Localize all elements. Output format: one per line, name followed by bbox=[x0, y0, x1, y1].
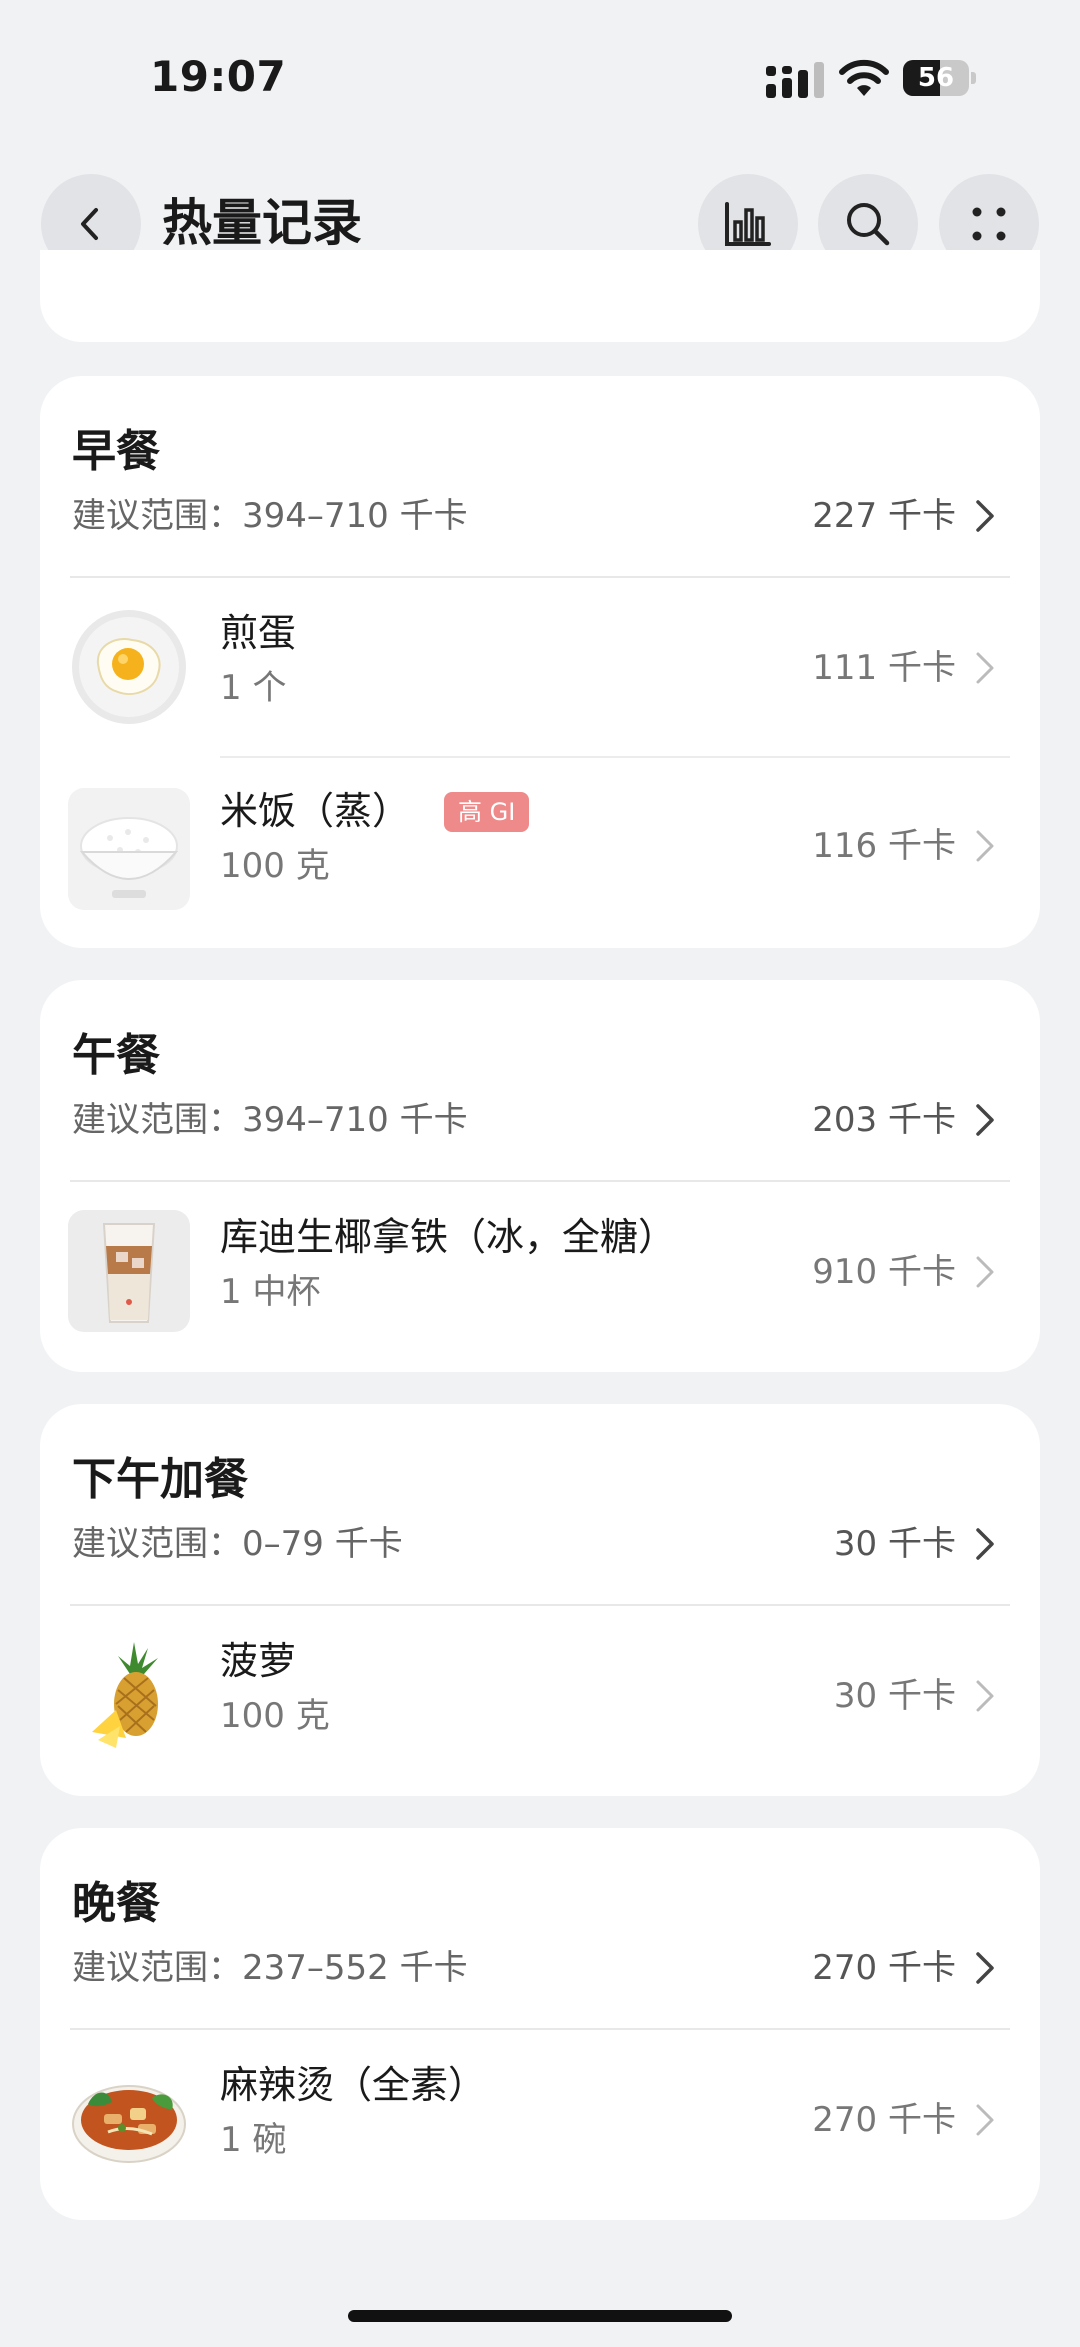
fried-egg-image bbox=[68, 606, 190, 728]
food-quantity: 1 碗 bbox=[220, 2120, 287, 2160]
chevron-right-icon bbox=[976, 830, 994, 862]
chevron-right-icon bbox=[976, 1104, 994, 1136]
battery-icon: 56 bbox=[903, 60, 976, 96]
food-item[interactable]: 库迪生椰拿铁（冰，全糖） 1 中杯 910 千卡 bbox=[40, 1182, 1040, 1362]
search-icon bbox=[847, 203, 890, 246]
meal-total: 30 千卡 bbox=[833, 1524, 956, 1564]
food-item[interactable]: 麻辣烫（全素） 1 碗 270 千卡 bbox=[40, 2030, 1040, 2210]
status-time: 19:07 bbox=[150, 52, 287, 101]
food-item[interactable]: 菠萝 100 克 30 千卡 bbox=[40, 1606, 1040, 1786]
meal-title: 下午加餐 bbox=[72, 1454, 248, 1505]
food-quantity: 100 克 bbox=[220, 846, 330, 886]
food-calories: 111 千卡 bbox=[812, 648, 956, 688]
meal-total: 227 千卡 bbox=[812, 496, 956, 536]
meal-title: 晚餐 bbox=[72, 1878, 160, 1929]
previous-card bbox=[40, 250, 1040, 342]
signal-icon bbox=[766, 62, 824, 98]
rice-bowl-image bbox=[68, 788, 190, 910]
chevron-right-icon bbox=[976, 1952, 994, 1984]
meal-card-dinner: 晚餐 建议范围：237–552 千卡 270 千卡 麻辣烫（全素） 1 碗 27… bbox=[40, 1828, 1040, 2220]
chevron-right-icon bbox=[976, 1528, 994, 1560]
food-quantity: 1 个 bbox=[220, 668, 287, 708]
meal-card-breakfast: 早餐 建议范围：394–710 千卡 227 千卡 煎蛋 1 个 111 千卡 bbox=[40, 376, 1040, 948]
chevron-right-icon bbox=[976, 1256, 994, 1288]
chevron-left-icon bbox=[81, 208, 98, 240]
meal-title: 午餐 bbox=[72, 1030, 160, 1081]
more-dots-icon bbox=[972, 207, 1006, 241]
food-calories: 116 千卡 bbox=[812, 826, 956, 866]
malatang-bowl-image bbox=[68, 2058, 190, 2180]
battery-level: 56 bbox=[917, 63, 955, 93]
food-calories: 30 千卡 bbox=[833, 1676, 956, 1716]
chevron-right-icon bbox=[976, 500, 994, 532]
food-name: 菠萝 bbox=[220, 1639, 297, 1683]
meal-title: 早餐 bbox=[72, 426, 160, 477]
status-bar: 19:07 56 bbox=[0, 0, 1080, 140]
food-name: 麻辣烫（全素） bbox=[220, 2063, 487, 2107]
food-name: 煎蛋 bbox=[220, 611, 297, 655]
chevron-right-icon bbox=[976, 2104, 994, 2136]
food-name: 库迪生椰拿铁（冰，全糖） bbox=[220, 1215, 677, 1259]
home-indicator[interactable] bbox=[348, 2310, 732, 2322]
meal-range: 建议范围：237–552 千卡 bbox=[72, 1948, 468, 1988]
meal-total: 270 千卡 bbox=[812, 1948, 956, 1988]
food-quantity: 100 克 bbox=[220, 1696, 330, 1736]
chevron-right-icon bbox=[976, 652, 994, 684]
food-calories: 270 千卡 bbox=[812, 2100, 956, 2140]
food-item[interactable]: 煎蛋 1 个 111 千卡 bbox=[40, 578, 1040, 758]
meal-range: 建议范围：394–710 千卡 bbox=[72, 1100, 468, 1140]
meal-total: 203 千卡 bbox=[812, 1100, 956, 1140]
food-item[interactable]: 米饭（蒸） 高 GI 100 克 116 千卡 bbox=[40, 758, 1040, 938]
bar-chart-icon bbox=[725, 202, 771, 246]
food-quantity: 1 中杯 bbox=[220, 1272, 321, 1312]
food-calories: 910 千卡 bbox=[812, 1252, 956, 1292]
pineapple-image bbox=[68, 1634, 190, 1756]
meal-card-lunch: 午餐 建议范围：394–710 千卡 203 千卡 库迪生椰拿铁（冰，全糖） 1… bbox=[40, 980, 1040, 1372]
meal-card-afternoon-snack: 下午加餐 建议范围：0–79 千卡 30 千卡 菠萝 100 克 30 千卡 bbox=[40, 1404, 1040, 1796]
food-name: 米饭（蒸） bbox=[220, 789, 411, 833]
meal-range: 建议范围：0–79 千卡 bbox=[72, 1524, 403, 1564]
page-title: 热量记录 bbox=[162, 194, 362, 252]
high-gi-badge: 高 GI bbox=[444, 792, 530, 832]
chevron-right-icon bbox=[976, 1680, 994, 1712]
meal-range: 建议范围：394–710 千卡 bbox=[72, 496, 468, 536]
iced-latte-image bbox=[68, 1210, 190, 1332]
wifi-icon bbox=[839, 59, 889, 96]
